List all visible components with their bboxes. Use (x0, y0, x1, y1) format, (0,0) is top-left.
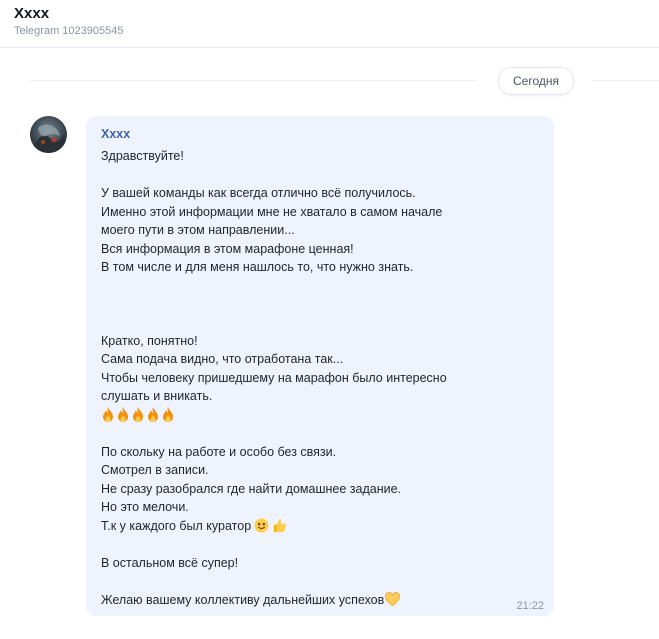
date-divider-left (30, 80, 476, 81)
avatar[interactable] (30, 116, 67, 153)
message-line: Чтобы человеку пришедшему на марафон был… (101, 370, 447, 385)
closing-text: Желаю вашему коллективу дальнейших успех… (101, 592, 385, 607)
message-line: Здравствуйте! (101, 149, 184, 163)
chat-title[interactable]: Xxxx (14, 5, 49, 22)
message-line: слушать и вникать. (101, 389, 213, 403)
chat-subtitle: Telegram 1023905545 (14, 25, 124, 37)
message-sender[interactable]: Xxxx (101, 127, 130, 141)
message-time: 21:22 (516, 600, 544, 612)
message-line: моего пути в этом направлении... (101, 223, 295, 237)
message-line: Вся информация в этом марафоне ценная! (101, 241, 354, 256)
avatar-image (30, 116, 67, 153)
fire-icon (103, 406, 113, 422)
chat-header: Xxxx Telegram 1023905545 (0, 0, 659, 48)
yellow-heart-icon (385, 591, 401, 606)
message-line: Сама подача видно, что отработана так... (101, 352, 344, 366)
message-line: По скольку на работе и особо без связи. (101, 444, 337, 459)
message-line: Но это мелочи. (101, 500, 189, 514)
date-divider-right (592, 80, 659, 81)
message-line: Именно этой информации мне не хватало в … (101, 204, 443, 219)
message-line-curator: Т.к у каждого был куратор (101, 517, 541, 536)
smiling-face-icon (254, 517, 269, 533)
curator-text: Т.к у каждого был куратор (101, 518, 252, 533)
message-line: В остальном всё супер! (101, 555, 239, 570)
fire-icon (148, 406, 158, 422)
thumbs-up-icon (274, 518, 287, 532)
message-line: У вашей команды как всегда отлично всё п… (101, 186, 416, 200)
fire-icon (133, 406, 143, 422)
message-line-closing: Желаю вашему коллективу дальнейших успех… (101, 591, 541, 610)
message-bubble[interactable]: Xxxx Здравствуйте! У вашей команды как в… (86, 116, 554, 616)
message-text: Здравствуйте! У вашей команды как всегда… (101, 147, 541, 609)
fire-icon (163, 406, 173, 422)
fire-emoji-row (101, 406, 541, 425)
date-separator: Сегодня (498, 67, 574, 95)
message-line: Смотрел в записи. (101, 463, 209, 477)
message-line: В том числе и для меня нашлось то, что н… (101, 260, 414, 274)
fire-icon (118, 406, 128, 422)
message-line: Кратко, понятно! (101, 333, 198, 348)
message-line: Не сразу разобрался где найти домашнее з… (101, 481, 402, 496)
